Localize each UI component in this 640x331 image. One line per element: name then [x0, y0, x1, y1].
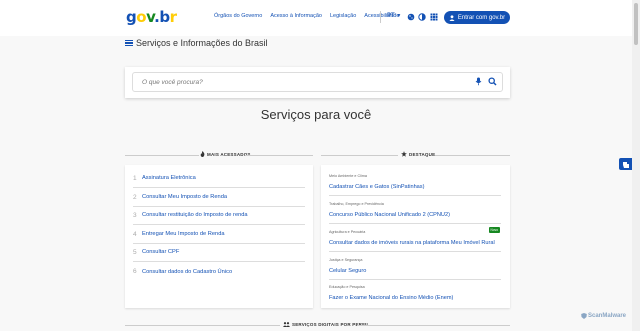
- search-section: O que você procura?: [125, 67, 510, 98]
- section-title: DESTAQUE: [409, 151, 436, 157]
- user-icon: [449, 14, 455, 21]
- logo-letter-v: v: [146, 8, 155, 26]
- search-icon[interactable]: [488, 77, 497, 86]
- mic-icon[interactable]: [475, 77, 482, 86]
- nav-orgaos-governo[interactable]: Órgãos do Governo: [214, 13, 262, 19]
- watermark-text: ScanMalware: [588, 313, 627, 319]
- divider-line: [125, 155, 199, 156]
- item-category: Educação e Pesquisa: [329, 285, 365, 289]
- item-label[interactable]: Assinatura Eletrônica: [142, 175, 196, 181]
- item-label[interactable]: Consultar dados do Cadastro Único: [142, 269, 232, 275]
- search-placeholder: O que você procura?: [142, 79, 203, 86]
- login-button[interactable]: Entrar com gov.br: [444, 11, 510, 24]
- item-number: 6: [133, 268, 137, 275]
- scrollbar-track[interactable]: [632, 0, 640, 331]
- divider-line: [245, 155, 313, 156]
- item-category: Meio Ambiente e Clima: [329, 174, 367, 178]
- vlibras-icon: [623, 162, 629, 168]
- chevron-down-icon: ▼: [396, 13, 402, 19]
- destaque-card: Meio Ambiente e Clima Cadastrar Cães e G…: [321, 165, 510, 308]
- language-selector[interactable]: PT ▼: [387, 13, 401, 19]
- menu-row: Serviços e Informações do Brasil: [125, 38, 268, 48]
- logo-letter-g: g: [126, 8, 137, 26]
- list-item[interactable]: Educação e Pesquisa Fazer o Exame Nacion…: [329, 280, 501, 307]
- list-item[interactable]: Meio Ambiente e Clima Cadastrar Cães e G…: [329, 169, 501, 196]
- item-label[interactable]: Consultar dados de imóveis rurais na pla…: [329, 240, 495, 246]
- list-item[interactable]: 2 Consultar Meu Imposto de Renda: [133, 188, 305, 207]
- people-icon: [283, 322, 290, 327]
- header-divider: [380, 11, 381, 23]
- mais-acessados-card: 1 Assinatura Eletrônica 2 Consultar Meu Im…: [125, 165, 313, 308]
- item-category: Agricultura e Pecuária: [329, 230, 366, 234]
- hamburger-icon[interactable]: [125, 39, 133, 47]
- page-title: Serviços e Informações do Brasil: [136, 38, 268, 48]
- list-item[interactable]: Trabalho, Emprego e Previdência Concurso…: [329, 197, 501, 224]
- item-label[interactable]: Consultar Meu Imposto de Renda: [142, 194, 227, 200]
- list-item[interactable]: 3 Consultar restituição do Imposto de ren…: [133, 206, 305, 225]
- login-label: Entrar com gov.br: [457, 14, 506, 21]
- contrast-icon[interactable]: [418, 13, 426, 21]
- item-label[interactable]: Entregar Meu Imposto de Renda: [142, 231, 225, 237]
- nav-acesso-informacao[interactable]: Acesso à Informação: [270, 13, 322, 19]
- fire-icon: [200, 151, 205, 157]
- divider-line: [357, 325, 510, 326]
- item-label[interactable]: Concurso Público Nacional Unificado 2 (C…: [329, 212, 450, 218]
- item-label[interactable]: Celular Seguro: [329, 268, 366, 274]
- item-number: 4: [133, 230, 137, 238]
- top-nav: Órgãos do Governo Acesso à Informação Le…: [214, 13, 407, 19]
- list-item[interactable]: Agricultura e Pecuária Novo Consultar da…: [329, 225, 501, 252]
- new-badge: Novo: [488, 227, 500, 233]
- logo-letter-b: b: [159, 8, 170, 26]
- list-item[interactable]: 4 Entregar Meu Imposto de Renda: [133, 225, 305, 244]
- govbr-logo[interactable]: gov.br: [126, 8, 177, 26]
- item-number: 5: [133, 248, 137, 256]
- divider-line: [321, 155, 398, 156]
- item-category: Trabalho, Emprego e Previdência: [329, 202, 384, 206]
- vlibras-button[interactable]: [619, 158, 632, 170]
- site-header: gov.br Órgãos do Governo Acesso à Inform…: [0, 0, 632, 36]
- item-category: Justiça e Segurança: [329, 258, 363, 262]
- cookie-icon[interactable]: [407, 13, 415, 21]
- item-label[interactable]: Consultar CPF: [142, 249, 179, 255]
- item-number: 3: [133, 211, 137, 219]
- item-label[interactable]: Consultar restituição do Imposto de rend…: [142, 212, 248, 218]
- logo-letter-o: o: [136, 8, 147, 26]
- item-label[interactable]: Cadastrar Cães e Gatos (SinPatinhas): [329, 184, 424, 190]
- item-number: 2: [133, 193, 137, 201]
- search-input[interactable]: O que você procura?: [132, 72, 503, 92]
- list-item[interactable]: Justiça e Segurança Celular Seguro: [329, 253, 501, 280]
- apps-icon[interactable]: [430, 13, 438, 21]
- divider-line: [435, 155, 510, 156]
- language-label: PT: [387, 13, 395, 19]
- item-label[interactable]: Fazer o Exame Nacional do Ensino Médio (…: [329, 295, 453, 301]
- shield-icon: [581, 313, 587, 319]
- divider-line: [125, 325, 280, 326]
- section-heading-destaque: DESTAQUE: [401, 151, 435, 157]
- list-item[interactable]: 1 Assinatura Eletrônica: [133, 169, 305, 188]
- scrollbar-thumb[interactable]: [634, 3, 638, 45]
- logo-letter-r: r: [169, 8, 177, 26]
- item-number: 1: [133, 174, 137, 182]
- star-icon: [401, 151, 407, 157]
- list-item[interactable]: 5 Consultar CPF: [133, 243, 305, 262]
- section-heading-mais-acessados: MAIS ACESSADOS: [200, 151, 251, 157]
- watermark: ScanMalware: [581, 313, 626, 319]
- services-heading: Serviços para você: [260, 107, 372, 122]
- nav-legislacao[interactable]: Legislação: [330, 13, 356, 19]
- list-item[interactable]: 6 Consultar dados do Cadastro Único: [133, 262, 305, 281]
